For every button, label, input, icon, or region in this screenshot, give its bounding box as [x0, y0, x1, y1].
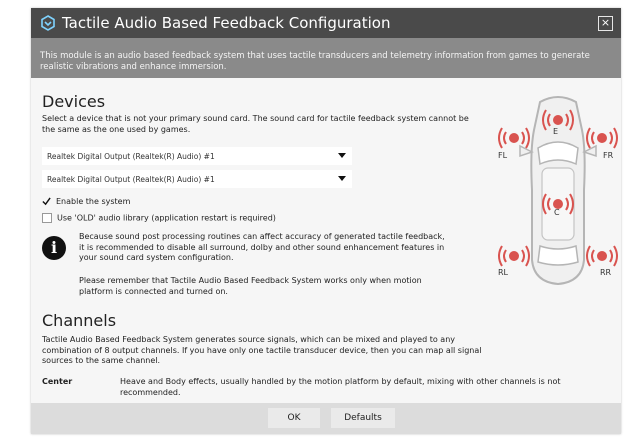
defaults-button[interactable]: Defaults	[331, 408, 395, 428]
close-icon: ×	[600, 16, 611, 29]
speaker-label-rr: RR	[600, 268, 612, 277]
old-audio-library-checkbox[interactable]: Use 'OLD' audio library (application res…	[42, 213, 276, 223]
info-text-postprocessing: Because sound post processing routines c…	[79, 232, 445, 262]
old-audio-library-label: Use 'OLD' audio library (application res…	[57, 213, 276, 223]
window-title: Tactile Audio Based Feedback Configurati…	[62, 14, 391, 32]
speaker-waves-icon	[498, 245, 530, 267]
checkmark-icon	[42, 197, 51, 206]
speaker-label-e: E	[553, 127, 559, 136]
speaker-label-rl: RL	[498, 268, 509, 277]
channel-center-description: Heave and Body effects, usually handled …	[120, 377, 561, 397]
config-dialog: Tactile Audio Based Feedback Configurati…	[31, 8, 621, 434]
speaker-label-fl: FL	[498, 151, 508, 160]
speaker-label-fr: FR	[603, 151, 614, 160]
ok-button[interactable]: OK	[268, 408, 320, 428]
dropdown-caret-icon	[338, 176, 346, 181]
device-select-1[interactable]: Realtek Digital Output (Realtek(R) Audio…	[42, 147, 352, 165]
car-top-view-icon	[498, 96, 618, 286]
channels-intro: Tactile Audio Based Feedback System gene…	[42, 335, 482, 365]
speaker-waves-icon	[498, 127, 530, 149]
speaker-waves-icon	[586, 127, 618, 149]
dialog-footer: OK Defaults	[31, 403, 621, 434]
channel-center-label: Center	[42, 377, 73, 386]
app-logo-icon	[41, 15, 55, 31]
close-button[interactable]: ×	[598, 16, 613, 31]
enable-system-label: Enable the system	[56, 197, 131, 206]
speaker-label-c: C	[554, 208, 560, 217]
devices-heading: Devices	[42, 92, 106, 111]
device-select-2-value: Realtek Digital Output (Realtek(R) Audio…	[47, 175, 215, 184]
info-text-motion-platform: Please remember that Tactile Audio Based…	[79, 276, 422, 296]
channels-heading: Channels	[42, 311, 117, 330]
info-icon: i	[42, 236, 66, 260]
enable-system-checkbox[interactable]: Enable the system	[42, 197, 130, 206]
module-description: This module is an audio based feedback s…	[31, 38, 621, 78]
device-select-2[interactable]: Realtek Digital Output (Realtek(R) Audio…	[42, 170, 352, 188]
dropdown-caret-icon	[338, 153, 346, 158]
speaker-waves-icon	[586, 245, 618, 267]
devices-intro: Select a device that is not your primary…	[42, 114, 469, 134]
title-bar: Tactile Audio Based Feedback Configurati…	[31, 8, 621, 38]
device-select-1-value: Realtek Digital Output (Realtek(R) Audio…	[47, 152, 215, 161]
checkbox-empty-icon	[42, 213, 52, 223]
